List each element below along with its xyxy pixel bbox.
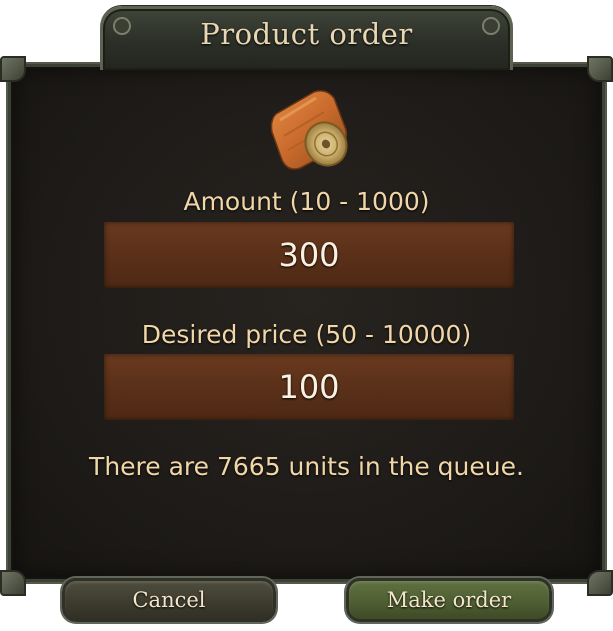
- corner-ornament: [587, 570, 613, 596]
- queue-status-text: There are 7665 units in the queue.: [89, 452, 524, 481]
- cancel-button[interactable]: Cancel: [62, 578, 276, 622]
- amount-input[interactable]: [104, 222, 514, 288]
- desired-price-label: Desired price (50 - 10000): [141, 320, 472, 349]
- corner-ornament: [0, 56, 26, 82]
- wood-log-icon: [270, 90, 348, 170]
- title-plate: Product order: [100, 6, 513, 70]
- corner-ornament: [587, 56, 613, 82]
- desired-price-input[interactable]: [104, 354, 514, 420]
- amount-label: Amount (10 - 1000): [183, 187, 430, 216]
- make-order-button[interactable]: Make order: [346, 578, 552, 622]
- dialog-title: Product order: [200, 17, 413, 51]
- corner-ornament: [0, 570, 26, 596]
- product-order-dialog: Product order Amount (10 - 1000) Desired…: [0, 0, 613, 631]
